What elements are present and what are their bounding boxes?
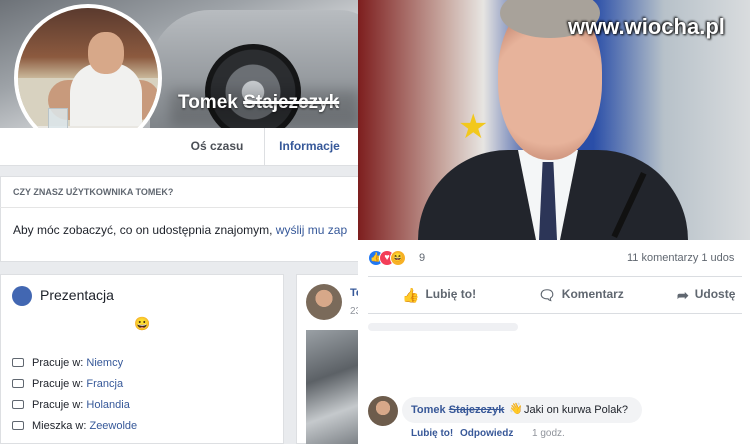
comment-button[interactable]: 🗨 Komentarz (538, 287, 624, 304)
share-arrow-icon: ➦ (677, 287, 689, 303)
divider (368, 313, 742, 314)
divider (368, 276, 742, 277)
intro-row-prefix: Pracuje w: (32, 357, 87, 369)
comment-timestamp[interactable]: 1 godz. (532, 428, 565, 439)
divider (0, 207, 360, 208)
intro-row-prefix: Mieszka w: (32, 420, 90, 432)
intro-row-work: Pracuje w: Niemcy (12, 355, 123, 371)
intro-row-link[interactable]: Francja (86, 378, 123, 390)
send-friend-request-link[interactable]: wyślij mu zap (276, 223, 347, 237)
like-button-label: Lubię to! (425, 287, 477, 301)
intro-row-link[interactable]: Niemcy (86, 357, 123, 369)
know-user-text-body: Aby móc zobaczyć, co on udostępnia znajo… (13, 223, 276, 237)
comment-button-label: Komentarz (561, 287, 624, 301)
thumbs-up-icon: 👍 (402, 287, 420, 303)
intro-title: Prezentacja (40, 287, 114, 303)
globe-icon (12, 286, 32, 306)
post-author-avatar[interactable] (306, 284, 342, 320)
speech-bubble-icon: 🗨 (538, 287, 556, 303)
briefcase-icon (12, 379, 24, 388)
profile-first-name: Tomek (178, 92, 238, 113)
home-icon (12, 421, 24, 430)
avatar-head (88, 32, 124, 74)
comment-author-struck: Stajezczyk (448, 404, 505, 416)
smile-emoji: 😀 (134, 316, 151, 331)
comment-reply-link[interactable]: Odpowiedz (460, 428, 513, 439)
know-user-title: CZY ZNASZ UŻYTKOWNIKA TOMEK? (13, 187, 174, 197)
comment-author-avatar[interactable] (368, 396, 398, 426)
know-user-text: Aby móc zobaczyć, co on udostępnia znajo… (13, 223, 347, 237)
intro-row-lives: Mieszka w: Zeewolde (12, 418, 137, 434)
watermark: www.wiocha.pl (568, 14, 725, 39)
tab-timeline[interactable]: Oś czasu (180, 128, 254, 165)
faded-placeholder-row (368, 323, 518, 331)
share-button[interactable]: ➦ Udostę (677, 287, 735, 304)
comment-like-link[interactable]: Lubię to! (411, 428, 453, 439)
comment-author-first: Tomek (411, 404, 449, 416)
hand-icon: 👋 (509, 403, 523, 415)
profile-name[interactable]: Tomek Stajezczyk (178, 92, 339, 114)
profile-last-name-struck: Stajezczyk (243, 92, 340, 113)
briefcase-icon (12, 358, 24, 367)
share-button-label: Udostę (694, 287, 736, 301)
reaction-count[interactable]: 9 (419, 252, 425, 264)
post-photo[interactable] (306, 330, 362, 444)
comment-author-name[interactable]: Tomek Stajezczyk (411, 404, 504, 416)
haha-reaction-icon: 😆 (390, 250, 406, 266)
comments-share-count[interactable]: 11 komentarzy 1 udos (627, 252, 734, 264)
intro-row-work: Pracuje w: Holandia (12, 397, 130, 413)
eu-star-icon: ★ (458, 108, 489, 146)
intro-row-prefix: Pracuje w: (32, 378, 87, 390)
like-button[interactable]: 👍 Lubię to! (402, 287, 476, 304)
comment-text: Jaki on kurwa Polak? (524, 404, 628, 416)
intro-row-link[interactable]: Holandia (86, 399, 129, 411)
intro-row-work: Pracuje w: Francja (12, 376, 123, 392)
intro-row-link[interactable]: Zeewolde (89, 420, 137, 432)
intro-row-prefix: Pracuje w: (32, 399, 87, 411)
tab-about[interactable]: Informacje (264, 128, 354, 165)
briefcase-icon (12, 400, 24, 409)
